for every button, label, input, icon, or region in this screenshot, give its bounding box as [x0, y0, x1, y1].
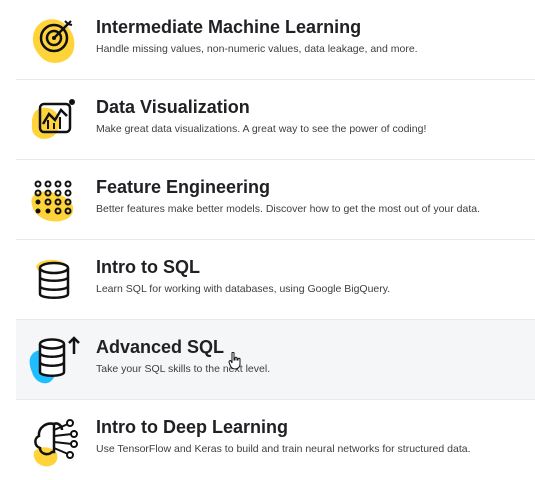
neural-network-icon	[28, 412, 84, 468]
course-title[interactable]: Intro to SQL	[96, 257, 200, 278]
course-title[interactable]: Data Visualization	[96, 97, 250, 118]
course-list: Intermediate Machine Learning Handle mis…	[0, 0, 535, 467]
database-icon	[28, 252, 84, 308]
course-feature-engineering[interactable]: Feature Engineering Better features make…	[16, 160, 535, 240]
course-intro-to-deep-learning[interactable]: Intro to Deep Learning Use TensorFlow an…	[16, 400, 535, 480]
course-data-visualization[interactable]: Data Visualization Make great data visua…	[16, 80, 535, 160]
course-intro-to-sql[interactable]: Intro to SQL Learn SQL for working with …	[16, 240, 535, 320]
course-description: Make great data visualizations. A great …	[96, 123, 427, 135]
course-title[interactable]: Advanced SQL	[96, 337, 224, 358]
course-description: Take your SQL skills to the next level.	[96, 363, 271, 375]
course-description: Handle missing values, non-numeric value…	[96, 43, 418, 55]
course-intermediate-machine-learning[interactable]: Intermediate Machine Learning Handle mis…	[16, 0, 535, 80]
chart-icon	[28, 92, 84, 148]
dot-grid-icon	[28, 172, 84, 228]
course-title[interactable]: Intro to Deep Learning	[96, 417, 288, 438]
course-advanced-sql[interactable]: Advanced SQL Take your SQL skills to the…	[16, 320, 535, 400]
target-icon	[28, 12, 84, 68]
course-description: Learn SQL for working with databases, us…	[96, 283, 391, 295]
course-description: Better features make better models. Disc…	[96, 203, 481, 215]
course-description: Use TensorFlow and Keras to build and tr…	[96, 443, 471, 455]
hand-cursor-icon	[228, 352, 241, 370]
database-arrow-icon	[28, 332, 84, 388]
course-title[interactable]: Intermediate Machine Learning	[96, 17, 361, 38]
course-title[interactable]: Feature Engineering	[96, 177, 270, 198]
